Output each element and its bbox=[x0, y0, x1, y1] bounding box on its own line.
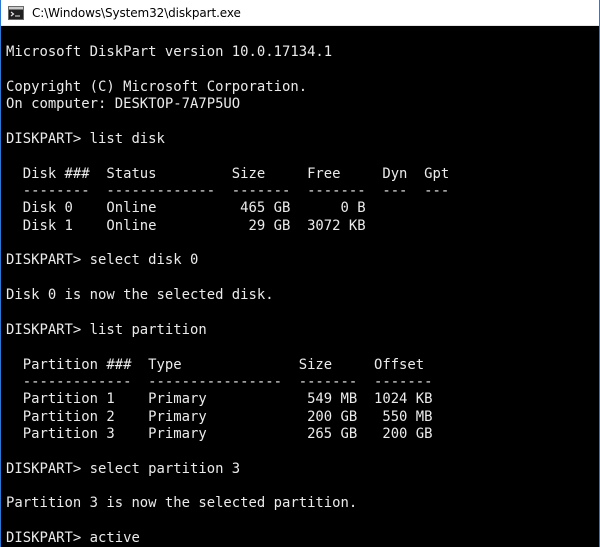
console-command-line: DISKPART> select disk 0 bbox=[6, 252, 199, 269]
title-bar[interactable]: C:\Windows\System32\diskpart.exe bbox=[1, 0, 599, 26]
console-command-line: DISKPART> select partition 3 bbox=[6, 460, 241, 477]
disk-table-separator: -------- ------------- ------- ------- -… bbox=[6, 183, 450, 200]
console-line: On computer: DESKTOP-7A7P5UO bbox=[6, 96, 241, 113]
partition-table-row: Partition 3 Primary 265 GB 200 GB bbox=[6, 425, 433, 442]
console-app-icon bbox=[8, 5, 24, 21]
partition-table-separator: ------------- ---------------- ------- -… bbox=[6, 373, 433, 390]
console-message: Disk 0 is now the selected disk. bbox=[6, 287, 274, 304]
console-output[interactable]: Microsoft DiskPart version 10.0.17134.1 … bbox=[1, 27, 599, 547]
disk-table-row: Disk 0 Online 465 GB 0 B bbox=[6, 200, 366, 217]
console-command-line: DISKPART> list partition bbox=[6, 321, 207, 338]
console-line: Microsoft DiskPart version 10.0.17134.1 bbox=[6, 44, 333, 61]
console-message: Partition 3 is now the selected partitio… bbox=[6, 495, 358, 512]
disk-table-row: Disk 1 Online 29 GB 3072 KB bbox=[6, 217, 366, 234]
console-command-line: DISKPART> list disk bbox=[6, 131, 165, 148]
partition-table-header: Partition ### Type Size Offset bbox=[6, 356, 425, 373]
disk-table-header: Disk ### Status Size Free Dyn Gpt bbox=[6, 165, 450, 182]
console-line: Copyright (C) Microsoft Corporation. bbox=[6, 79, 308, 96]
console-window: C:\Windows\System32\diskpart.exe Microso… bbox=[0, 0, 600, 547]
partition-table-row: Partition 1 Primary 549 MB 1024 KB bbox=[6, 391, 433, 408]
window-title: C:\Windows\System32\diskpart.exe bbox=[32, 5, 241, 20]
console-command-line: DISKPART> active bbox=[6, 529, 140, 546]
partition-table-row: Partition 2 Primary 200 GB 550 MB bbox=[6, 408, 433, 425]
